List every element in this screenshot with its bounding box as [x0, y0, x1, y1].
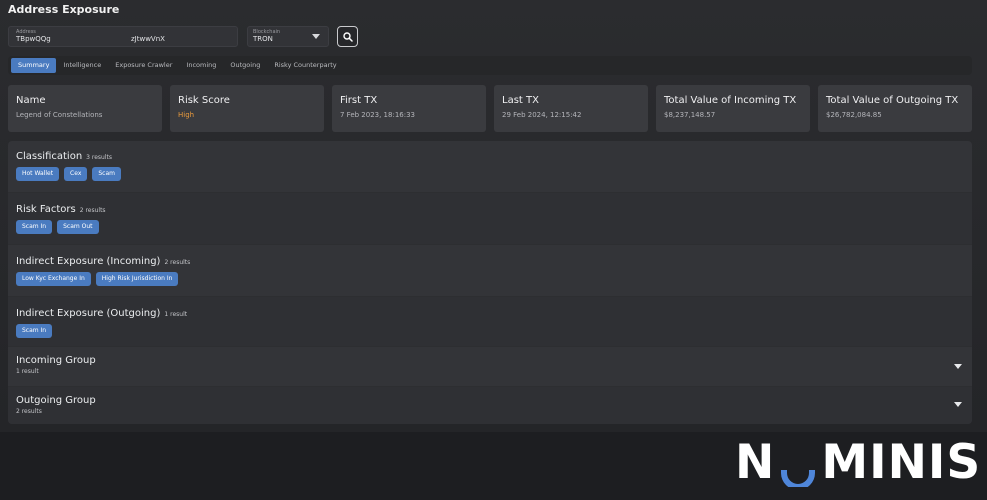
page-title: Address Exposure: [8, 3, 120, 16]
section-incoming-group[interactable]: Incoming Group 1 result: [8, 346, 972, 386]
card-total-incoming: Total Value of Incoming TX $8,237,148.57: [656, 85, 810, 132]
section-classification: Classification 3 results Hot Wallet Cex …: [8, 141, 972, 192]
address-value-start: TBpwQQg: [16, 35, 51, 43]
nominis-logo: N MINIS: [735, 434, 982, 490]
logo-text-right: MINIS: [821, 434, 982, 490]
address-exposure-app: Address Exposure Address TBpwQQg zJtwwVn…: [0, 0, 987, 432]
card-risk-score: Risk Score High: [170, 85, 324, 132]
section-count: 3 results: [86, 154, 112, 161]
card-title: Total Value of Outgoing TX: [826, 95, 959, 106]
card-title: First TX: [340, 95, 378, 106]
search-button[interactable]: [337, 26, 358, 47]
address-value-end: zJtwwVnX: [131, 35, 165, 43]
details-panel: Classification 3 results Hot Wallet Cex …: [8, 141, 972, 424]
tab-exposure-crawler[interactable]: Exposure Crawler: [108, 58, 179, 73]
card-title: Name: [16, 95, 46, 106]
tag-chip[interactable]: Scam Out: [57, 220, 99, 234]
card-title: Total Value of Incoming TX: [664, 95, 797, 106]
section-title: Indirect Exposure (Outgoing): [16, 308, 161, 319]
tag-chip[interactable]: Scam In: [16, 220, 53, 234]
section-count: 1 result: [16, 368, 39, 375]
card-value: $8,237,148.57: [664, 111, 716, 119]
tab-summary[interactable]: Summary: [11, 58, 57, 73]
tag-chip[interactable]: Hot Wallet: [16, 167, 60, 181]
section-count: 1 result: [164, 311, 188, 318]
card-value: 29 Feb 2024, 12:15:42: [502, 111, 582, 119]
tag-chip[interactable]: Cex: [64, 167, 88, 181]
card-name: Name Legend of Constellations: [8, 85, 162, 132]
tab-outgoing[interactable]: Outgoing: [223, 58, 267, 73]
search-icon: [342, 31, 353, 42]
section-count: 2 results: [79, 207, 106, 214]
tag-chip[interactable]: Scam: [92, 167, 122, 181]
section-outgoing-group[interactable]: Outgoing Group 2 results: [8, 386, 972, 424]
card-first-tx: First TX 7 Feb 2023, 18:16:33: [332, 85, 486, 132]
tab-intelligence[interactable]: Intelligence: [56, 58, 108, 73]
chevron-down-icon[interactable]: [954, 402, 962, 407]
address-input[interactable]: Address TBpwQQg zJtwwVnX: [8, 26, 238, 47]
card-title: Risk Score: [178, 95, 230, 106]
section-title: Outgoing Group: [16, 395, 96, 406]
card-total-outgoing: Total Value of Outgoing TX $26,782,084.8…: [818, 85, 972, 132]
section-risk-factors: Risk Factors 2 results Scam In Scam Out: [8, 192, 972, 244]
tab-bar: Summary Intelligence Exposure Crawler In…: [8, 56, 972, 75]
tag-chip[interactable]: Scam In: [16, 324, 53, 338]
card-last-tx: Last TX 29 Feb 2024, 12:15:42: [494, 85, 648, 132]
section-title: Incoming Group: [16, 355, 96, 366]
section-title: Indirect Exposure (Incoming): [16, 256, 161, 267]
blockchain-select[interactable]: Blockchain TRON: [247, 26, 329, 47]
blockchain-select-value: TRON: [253, 35, 273, 43]
tab-risky-counterparty[interactable]: Risky Counterparty: [267, 58, 343, 73]
chevron-down-icon[interactable]: [954, 364, 962, 369]
section-indirect-exposure-outgoing: Indirect Exposure (Outgoing) 1 result Sc…: [8, 296, 972, 346]
chevron-down-icon: [312, 34, 320, 39]
section-count: 2 results: [16, 408, 42, 415]
card-value: Legend of Constellations: [16, 111, 103, 119]
search-row: Address TBpwQQg zJtwwVnX Blockchain TRON: [8, 26, 358, 47]
section-title: Classification: [16, 151, 83, 162]
card-title: Last TX: [502, 95, 539, 106]
section-indirect-exposure-incoming: Indirect Exposure (Incoming) 2 results L…: [8, 244, 972, 296]
tag-chip[interactable]: Low Kyc Exchange In: [16, 272, 91, 286]
risk-score-value: High: [178, 111, 195, 119]
tag-chip[interactable]: High Risk Jurisdiction In: [95, 272, 179, 286]
summary-cards: Name Legend of Constellations Risk Score…: [8, 85, 972, 132]
card-value: 7 Feb 2023, 18:16:33: [340, 111, 416, 119]
section-title: Risk Factors: [16, 204, 76, 215]
section-count: 2 results: [164, 259, 191, 266]
logo-o-icon: [776, 437, 820, 490]
card-value: $26,782,084.85: [826, 111, 882, 119]
tab-incoming[interactable]: Incoming: [179, 58, 223, 73]
logo-text-left: N: [735, 434, 776, 490]
